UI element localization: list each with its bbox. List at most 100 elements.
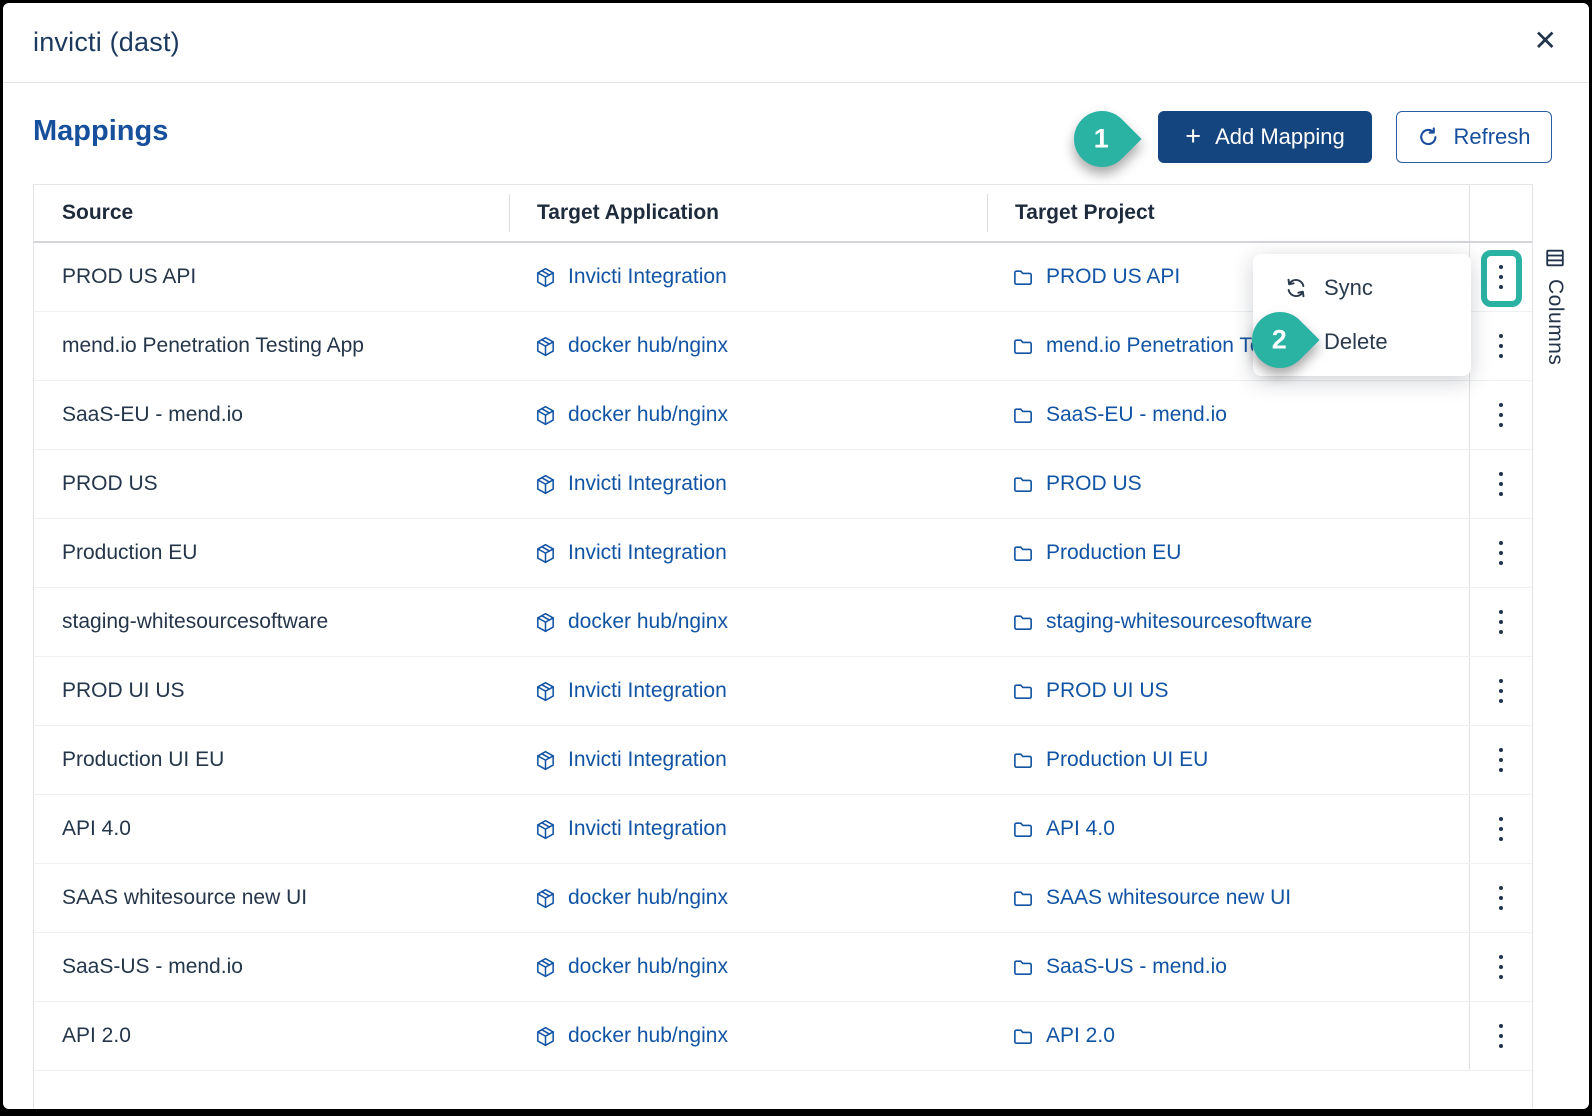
target-project-link[interactable]: SaaS-US - mend.io bbox=[987, 933, 1469, 1001]
column-header-actions bbox=[1469, 185, 1532, 241]
table-row: SaaS-EU - mend.io docker hub/nginx SaaS-… bbox=[34, 381, 1532, 450]
dialog-titlebar: invicti (dast) ✕ bbox=[3, 3, 1589, 83]
target-project-label: SaaS-EU - mend.io bbox=[1046, 403, 1227, 427]
refresh-button[interactable]: Refresh bbox=[1396, 111, 1552, 163]
target-application-link[interactable]: docker hub/nginx bbox=[509, 933, 987, 1001]
target-application-link[interactable]: Invicti Integration bbox=[509, 450, 987, 518]
kebab-icon bbox=[1499, 610, 1503, 634]
table-row: SaaS-US - mend.io docker hub/nginx SaaS-… bbox=[34, 933, 1532, 1002]
row-actions-menu-button[interactable] bbox=[1469, 243, 1532, 311]
row-actions-menu-button[interactable] bbox=[1469, 519, 1532, 587]
package-icon bbox=[534, 473, 557, 496]
target-application-label: Invicti Integration bbox=[568, 541, 727, 565]
row-actions-menu-button[interactable] bbox=[1469, 588, 1532, 656]
target-application-link[interactable]: docker hub/nginx bbox=[509, 588, 987, 656]
target-project-label: PROD UI US bbox=[1046, 679, 1169, 703]
source-cell: SaaS-EU - mend.io bbox=[34, 381, 509, 449]
target-application-label: docker hub/nginx bbox=[568, 610, 728, 634]
target-project-link[interactable]: Production UI EU bbox=[987, 726, 1469, 794]
table-row: API 4.0 Invicti Integration API 4.0 bbox=[34, 795, 1532, 864]
target-project-link[interactable]: API 4.0 bbox=[987, 795, 1469, 863]
target-project-link[interactable]: Production EU bbox=[987, 519, 1469, 587]
folder-icon bbox=[1012, 335, 1035, 358]
target-application-link[interactable]: docker hub/nginx bbox=[509, 1002, 987, 1070]
folder-icon bbox=[1012, 680, 1035, 703]
plus-icon: + bbox=[1185, 123, 1201, 150]
dialog-title: invicti (dast) bbox=[33, 27, 180, 58]
table-row: staging-whitesourcesoftware docker hub/n… bbox=[34, 588, 1532, 657]
target-application-link[interactable]: Invicti Integration bbox=[509, 795, 987, 863]
package-icon bbox=[534, 887, 557, 910]
target-project-link[interactable]: SAAS whitesource new UI bbox=[987, 864, 1469, 932]
kebab-icon bbox=[1499, 817, 1503, 841]
target-project-link[interactable]: PROD US bbox=[987, 450, 1469, 518]
columns-tab-label: Columns bbox=[1543, 279, 1567, 365]
columns-settings-tab[interactable]: Columns bbox=[1543, 247, 1567, 365]
target-application-link[interactable]: Invicti Integration bbox=[509, 519, 987, 587]
row-actions-menu-button[interactable] bbox=[1469, 657, 1532, 725]
folder-icon bbox=[1012, 404, 1035, 427]
close-icon[interactable]: ✕ bbox=[1534, 27, 1557, 55]
table-row: SAAS whitesource new UI docker hub/nginx… bbox=[34, 864, 1532, 933]
package-icon bbox=[534, 404, 557, 427]
kebab-icon bbox=[1499, 955, 1503, 979]
row-actions-menu-button[interactable] bbox=[1469, 864, 1532, 932]
annotation-marker-1: 1 bbox=[1074, 111, 1130, 167]
mappings-dialog: invicti (dast) ✕ Mappings + Add Mapping … bbox=[3, 3, 1589, 1109]
target-application-link[interactable]: Invicti Integration bbox=[509, 657, 987, 725]
row-actions-menu-button[interactable] bbox=[1469, 312, 1532, 380]
row-actions-menu-button[interactable] bbox=[1469, 450, 1532, 518]
target-project-link[interactable]: staging-whitesourcesoftware bbox=[987, 588, 1469, 656]
target-application-label: docker hub/nginx bbox=[568, 334, 728, 358]
target-application-link[interactable]: docker hub/nginx bbox=[509, 381, 987, 449]
folder-icon bbox=[1012, 887, 1035, 910]
target-project-label: PROD US API bbox=[1046, 265, 1180, 289]
target-project-label: SAAS whitesource new UI bbox=[1046, 886, 1291, 910]
table-row: PROD UI US Invicti Integration PROD UI U… bbox=[34, 657, 1532, 726]
row-actions-menu-button[interactable] bbox=[1469, 1002, 1532, 1070]
row-context-menu: Sync Delete bbox=[1253, 254, 1471, 376]
add-mapping-label: Add Mapping bbox=[1215, 124, 1345, 150]
target-application-link[interactable]: Invicti Integration bbox=[509, 726, 987, 794]
add-mapping-button[interactable]: + Add Mapping bbox=[1158, 111, 1372, 163]
target-project-label: API 2.0 bbox=[1046, 1024, 1115, 1048]
refresh-icon bbox=[1417, 126, 1440, 149]
source-cell: Production UI EU bbox=[34, 726, 509, 794]
menu-item-delete[interactable]: Delete bbox=[1253, 316, 1471, 368]
source-cell: PROD UI US bbox=[34, 657, 509, 725]
target-application-link[interactable]: Invicti Integration bbox=[509, 243, 987, 311]
target-project-label: API 4.0 bbox=[1046, 817, 1115, 841]
target-application-label: Invicti Integration bbox=[568, 817, 727, 841]
row-actions-menu-button[interactable] bbox=[1469, 726, 1532, 794]
target-application-label: Invicti Integration bbox=[568, 265, 727, 289]
target-project-link[interactable]: PROD UI US bbox=[987, 657, 1469, 725]
source-cell: PROD US API bbox=[34, 243, 509, 311]
package-icon bbox=[534, 335, 557, 358]
target-project-link[interactable]: API 2.0 bbox=[987, 1002, 1469, 1070]
folder-icon bbox=[1012, 473, 1035, 496]
source-cell: staging-whitesourcesoftware bbox=[34, 588, 509, 656]
package-icon bbox=[534, 749, 557, 772]
source-cell: API 4.0 bbox=[34, 795, 509, 863]
package-icon bbox=[534, 611, 557, 634]
kebab-icon bbox=[1499, 265, 1503, 289]
target-project-link[interactable]: SaaS-EU - mend.io bbox=[987, 381, 1469, 449]
column-header-target-project: Target Project bbox=[987, 185, 1469, 241]
refresh-label: Refresh bbox=[1453, 124, 1530, 150]
folder-icon bbox=[1012, 542, 1035, 565]
kebab-icon bbox=[1499, 886, 1503, 910]
target-project-label: Production EU bbox=[1046, 541, 1181, 565]
row-actions-menu-button[interactable] bbox=[1469, 381, 1532, 449]
folder-icon bbox=[1012, 749, 1035, 772]
target-application-link[interactable]: docker hub/nginx bbox=[509, 864, 987, 932]
row-actions-menu-button[interactable] bbox=[1469, 795, 1532, 863]
menu-item-sync[interactable]: Sync bbox=[1253, 262, 1471, 314]
kebab-icon bbox=[1499, 541, 1503, 565]
row-actions-menu-button[interactable] bbox=[1469, 933, 1532, 1001]
kebab-icon bbox=[1499, 472, 1503, 496]
annotation-marker-1-number: 1 bbox=[1094, 124, 1109, 155]
target-project-label: Production UI EU bbox=[1046, 748, 1208, 772]
kebab-icon bbox=[1499, 1024, 1503, 1048]
source-cell: PROD US bbox=[34, 450, 509, 518]
target-application-link[interactable]: docker hub/nginx bbox=[509, 312, 987, 380]
